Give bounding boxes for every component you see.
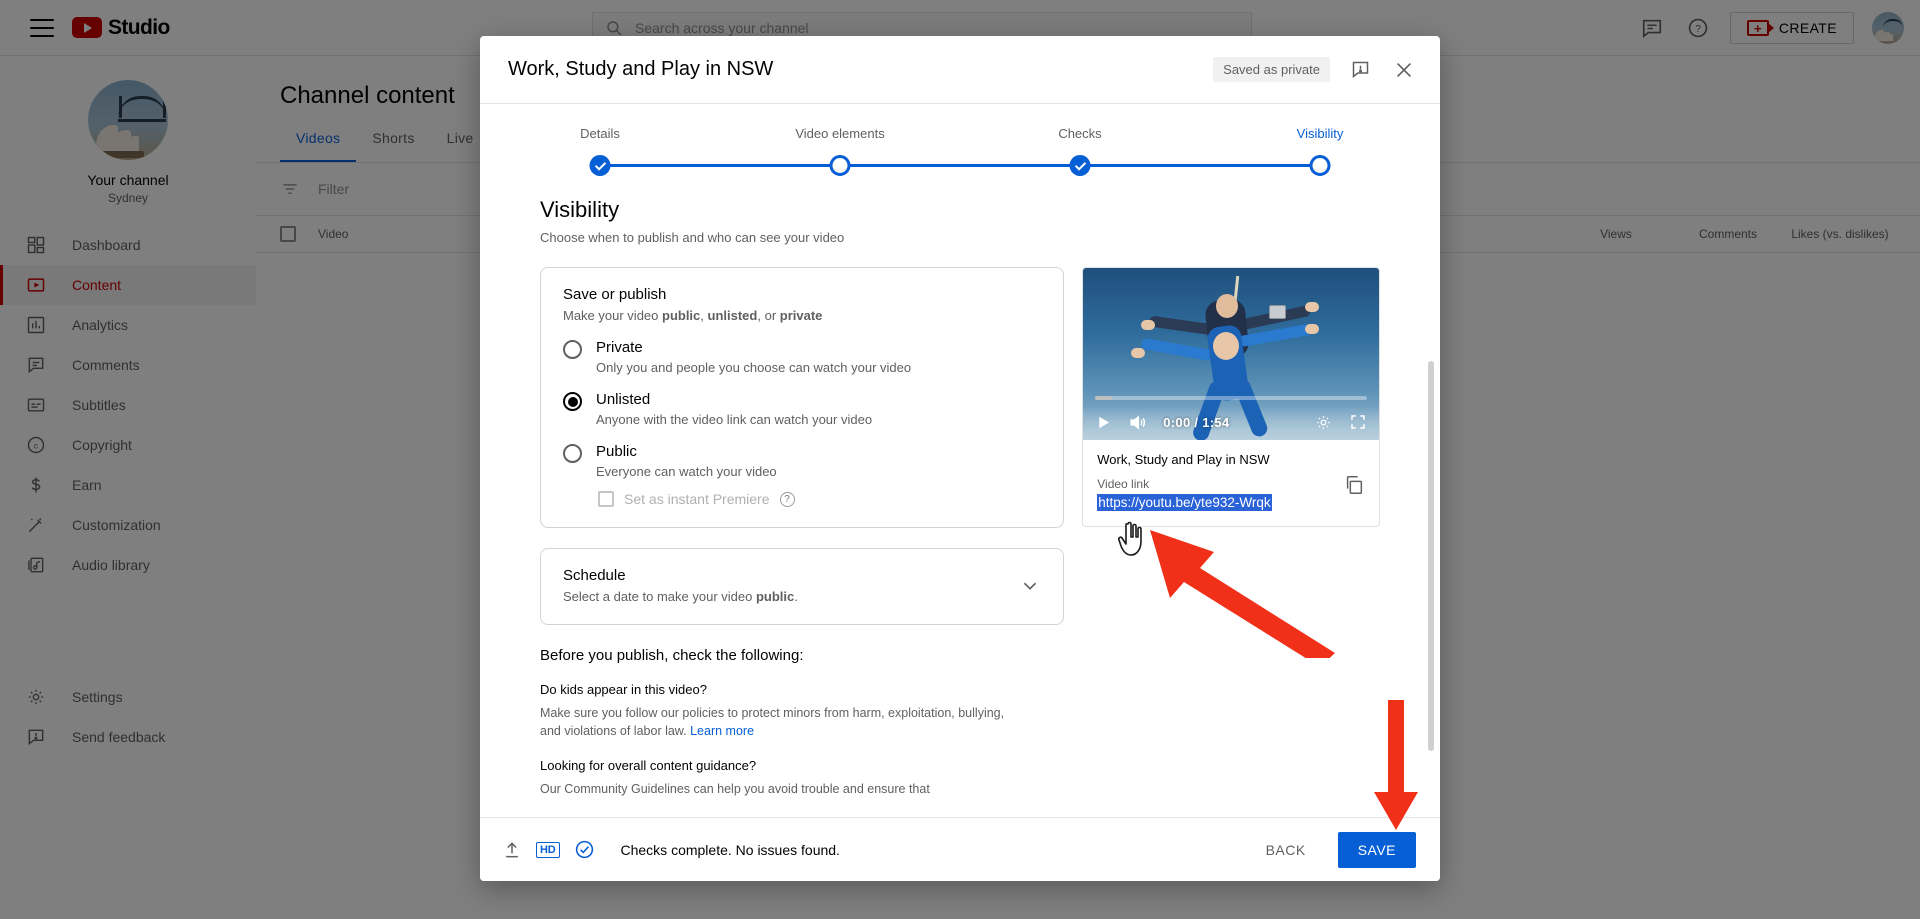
radio-option-private[interactable]: Private Only you and people you choose c…: [563, 339, 1041, 375]
upload-icon: [502, 840, 522, 860]
schedule-card[interactable]: Schedule Select a date to make your vide…: [540, 548, 1065, 625]
video-progress-bar[interactable]: [1095, 396, 1367, 400]
visibility-options-column: Save or publish Make your video public, …: [540, 267, 1065, 798]
video-controls: 0:00 / 1:54: [1083, 404, 1379, 440]
before-publish-question: Looking for overall content guidance?: [540, 758, 757, 774]
radio-public-control[interactable]: [563, 444, 582, 463]
stepper-track: [480, 153, 1440, 179]
report-problem-icon[interactable]: [1346, 56, 1374, 84]
preview-video-title: Work, Study and Play in NSW: [1097, 452, 1270, 467]
before-publish-item: Do kids appear in this video? Make sure …: [540, 682, 1064, 740]
instant-premiere-label: Set as instant Premiere: [624, 491, 770, 507]
step-label: Video elements: [795, 126, 885, 141]
instant-premiere-checkbox[interactable]: [598, 491, 614, 507]
radio-public-label: Public: [596, 443, 637, 460]
help-icon[interactable]: ?: [779, 491, 795, 507]
play-icon[interactable]: [1095, 414, 1112, 431]
save-or-publish-title: Save or publish: [563, 286, 667, 303]
video-preview-card: 0:00 / 1:54 Work, Study and Play in NSW …: [1082, 267, 1380, 527]
radio-option-unlisted[interactable]: Unlisted Anyone with the video link can …: [563, 391, 1041, 427]
dialog-scrollbar[interactable]: [1428, 361, 1434, 817]
radio-public-desc: Everyone can watch your video: [596, 464, 777, 479]
chevron-down-icon[interactable]: [1019, 575, 1041, 597]
step-visibility[interactable]: Visibility: [1200, 126, 1440, 141]
dialog-footer: HD Checks complete. No issues found. BAC…: [480, 817, 1440, 881]
before-publish-item: Looking for overall content guidance? Ou…: [540, 758, 1064, 798]
arrow-pointing-to-save-button: [1374, 700, 1418, 830]
gear-icon[interactable]: [1314, 413, 1333, 432]
before-publish-question: Do kids appear in this video?: [540, 682, 707, 697]
video-link-label: Video link: [1097, 477, 1150, 491]
step-checks[interactable]: Checks: [960, 126, 1200, 141]
volume-icon[interactable]: [1128, 413, 1147, 432]
upload-stepper: Details Video elements Checks Visibility: [480, 104, 1440, 179]
copy-icon[interactable]: [1343, 474, 1365, 496]
dialog-title: Work, Study and Play in NSW: [508, 58, 774, 80]
step-label: Visibility: [1296, 126, 1344, 141]
radio-private-desc: Only you and people you choose can watch…: [596, 360, 912, 375]
section-subtitle: Choose when to publish and who can see y…: [540, 230, 845, 245]
section-title: Visibility: [540, 197, 620, 222]
checks-status-text: Checks complete. No issues found.: [620, 841, 840, 858]
video-preview-meta: Work, Study and Play in NSW Video link h…: [1083, 440, 1379, 526]
step-dot-details[interactable]: [589, 155, 611, 176]
fullscreen-icon[interactable]: [1349, 413, 1367, 431]
step-video-elements[interactable]: Video elements: [720, 126, 960, 141]
hd-badge: HD: [536, 841, 560, 858]
step-dot-video-elements[interactable]: [829, 155, 851, 176]
schedule-title: Schedule: [563, 567, 626, 584]
video-thumbnail[interactable]: 0:00 / 1:54: [1083, 268, 1379, 440]
step-details[interactable]: Details: [480, 126, 720, 141]
instant-premiere-row[interactable]: Set as instant Premiere ?: [598, 491, 795, 507]
before-publish-heading: Before you publish, check the following:: [540, 647, 804, 664]
save-button[interactable]: SAVE: [1337, 831, 1416, 868]
close-icon[interactable]: [1390, 56, 1418, 84]
save-or-publish-card: Save or publish Make your video public, …: [540, 267, 1065, 528]
radio-private-control[interactable]: [563, 340, 582, 359]
radio-unlisted-label: Unlisted: [596, 391, 651, 408]
video-visibility-dialog: Work, Study and Play in NSW Saved as pri…: [480, 36, 1440, 881]
radio-unlisted-control[interactable]: [563, 392, 582, 411]
stepper-line: [600, 164, 1320, 167]
step-dot-visibility[interactable]: [1309, 155, 1331, 176]
dialog-header: Work, Study and Play in NSW Saved as pri…: [480, 36, 1440, 104]
arrow-pointing-to-video-link: [1150, 530, 1335, 658]
status-badge: Saved as private: [1213, 57, 1330, 82]
step-label: Details: [580, 126, 620, 141]
save-or-publish-subtitle: Make your video public, unlisted, or pri…: [563, 308, 823, 323]
before-you-publish-section: Before you publish, check the following:…: [540, 647, 1064, 798]
dialog-body: Visibility Choose when to publish and wh…: [480, 179, 1440, 817]
radio-option-public[interactable]: Public Everyone can watch your video Set…: [563, 443, 1041, 507]
radio-private-label: Private: [596, 339, 643, 356]
step-dot-checks[interactable]: [1069, 155, 1091, 176]
before-publish-body: Our Community Guidelines can help you av…: [540, 782, 930, 797]
learn-more-link[interactable]: Learn more: [690, 724, 754, 738]
before-publish-body: Make sure you follow our policies to pro…: [540, 706, 1005, 739]
check-circle-icon: [574, 839, 595, 860]
radio-unlisted-desc: Anyone with the video link can watch you…: [596, 412, 873, 427]
video-time: 0:00 / 1:54: [1163, 414, 1230, 430]
step-label: Checks: [1058, 126, 1102, 141]
video-link-value[interactable]: https://youtu.be/yte932-Wrqk: [1097, 494, 1272, 511]
back-button[interactable]: BACK: [1252, 833, 1320, 867]
dialog-scroll-area[interactable]: Visibility Choose when to publish and wh…: [480, 197, 1440, 817]
schedule-desc: Select a date to make your video public.: [563, 589, 798, 604]
